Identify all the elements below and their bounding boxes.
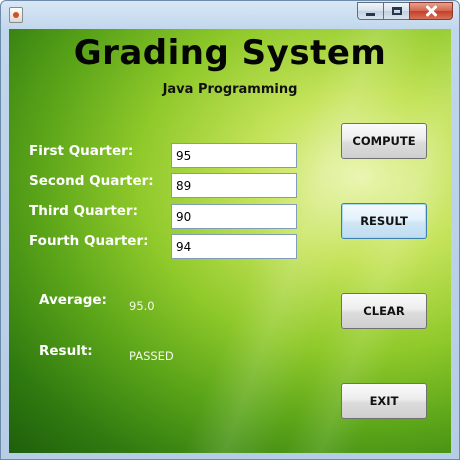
first-quarter-label: First Quarter: <box>29 143 134 159</box>
close-icon <box>425 5 437 17</box>
first-quarter-input[interactable] <box>171 143 297 168</box>
exit-button[interactable]: EXIT <box>341 383 427 419</box>
page-subtitle: Java Programming <box>162 82 298 97</box>
result-button[interactable]: RESULT <box>341 203 427 239</box>
java-app-icon[interactable] <box>9 7 23 23</box>
minimize-icon <box>366 12 375 16</box>
minimize-button[interactable] <box>357 2 383 20</box>
window-controls <box>357 2 453 20</box>
result-label: Result: <box>39 343 93 359</box>
average-value: 95.0 <box>129 299 155 313</box>
second-quarter-label: Second Quarter: <box>29 173 154 189</box>
clear-button[interactable]: CLEAR <box>341 293 427 329</box>
average-label: Average: <box>39 292 107 308</box>
second-quarter-input[interactable] <box>171 173 297 198</box>
page-title: Grading System <box>73 33 387 73</box>
third-quarter-label: Third Quarter: <box>29 203 138 219</box>
fourth-quarter-label: Fourth Quarter: <box>29 233 149 249</box>
fourth-quarter-input[interactable] <box>171 234 297 259</box>
compute-button[interactable]: COMPUTE <box>341 123 427 159</box>
app-window: Grading System Java Programming First Qu… <box>0 0 460 460</box>
title-bar[interactable] <box>1 1 459 29</box>
close-button[interactable] <box>409 2 453 20</box>
maximize-button[interactable] <box>383 2 409 20</box>
result-value: PASSED <box>129 349 174 363</box>
content-panel: Grading System Java Programming First Qu… <box>9 29 451 453</box>
maximize-icon <box>391 7 402 15</box>
third-quarter-input[interactable] <box>171 204 297 229</box>
